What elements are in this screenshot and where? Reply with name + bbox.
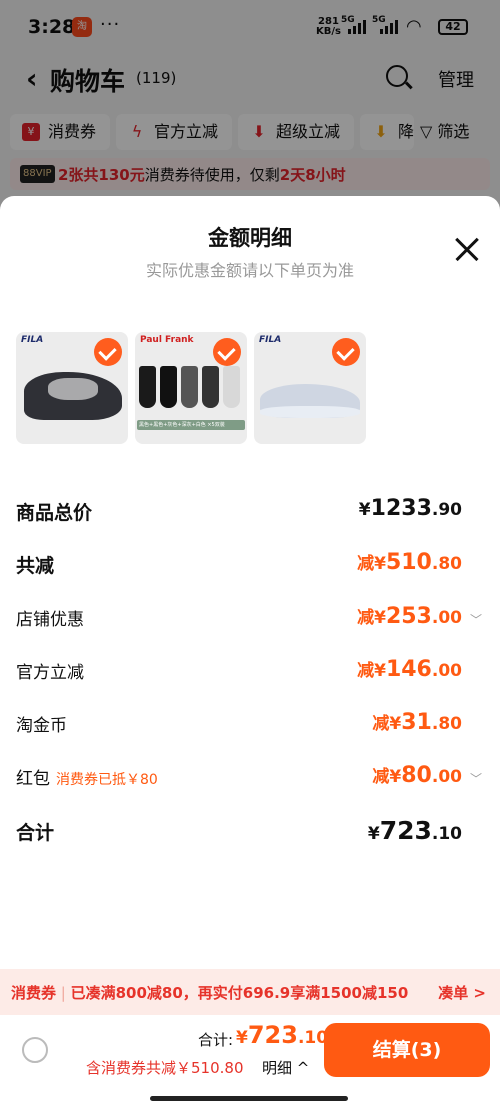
row-value: 减¥31.80: [372, 709, 462, 735]
value-prefix: ¥: [358, 500, 371, 520]
value-int: 1233: [370, 496, 432, 521]
value-int: 146: [385, 657, 432, 682]
row-subtotal: 商品总价 ¥1233.90: [16, 496, 482, 528]
brand-logo: FILA: [259, 335, 282, 345]
row-official-discount: 官方立减 减¥146.00: [16, 656, 482, 688]
row-label: 共减: [16, 555, 55, 577]
row-store-discount[interactable]: 店铺优惠 减¥253.00 ﹀: [16, 603, 482, 635]
row-value: 减¥80.00: [372, 762, 462, 788]
value-dec: .90: [431, 500, 462, 520]
detail-toggle[interactable]: 明细 ^: [262, 1057, 309, 1078]
row-value: 减¥510.80: [357, 549, 462, 575]
row-grand-total: 合计 ¥723.10: [16, 816, 482, 848]
brand-logo: Paul Frank: [140, 335, 194, 345]
value-prefix: ¥: [236, 1028, 248, 1048]
coupon-promo-bar[interactable]: 消费券 | 已凑满800减80，再实付696.9享满1500减150 凑单 >: [0, 969, 500, 1015]
shoe-image: [260, 384, 360, 418]
value-int: 510: [385, 550, 432, 575]
value-int: 723: [247, 1021, 298, 1049]
checkmark-icon: [332, 338, 360, 366]
value-prefix: 减¥: [357, 661, 386, 681]
row-value: 减¥146.00: [357, 656, 462, 682]
select-all-checkbox[interactable]: [22, 1037, 48, 1063]
row-total-discount: 共减 减¥510.80: [16, 549, 482, 581]
checkmark-icon: [94, 338, 122, 366]
promo-tag: 消费券: [11, 984, 57, 1002]
value-int: 80: [401, 763, 432, 788]
product-thumbnails: FILA Paul Frank 黑色+黑色+灰色+深灰+白色 ×5双装 FILA: [16, 332, 376, 444]
product-caption-text: 黑色+黑色+灰色+深灰+白色 ×5双装: [139, 422, 225, 428]
sock-image: [181, 366, 198, 408]
sheet-title: 金额明细: [208, 226, 292, 250]
value-dec: .00: [431, 608, 462, 628]
value-int: 723: [379, 816, 432, 845]
row-label: 商品总价: [16, 502, 93, 524]
row-value: ¥723.10: [368, 816, 462, 845]
value-prefix: ¥: [367, 824, 380, 844]
value-dec: .00: [431, 661, 462, 681]
home-indicator[interactable]: [150, 1096, 348, 1101]
total-amount: ¥723.10: [236, 1021, 328, 1049]
add-items-link[interactable]: 凑单 >: [438, 982, 486, 1003]
checkmark-icon: [213, 338, 241, 366]
row-value: ¥1233.90: [359, 496, 462, 521]
shoe-image: [24, 372, 122, 420]
product-thumb[interactable]: FILA: [254, 332, 366, 444]
chevron-down-icon[interactable]: ﹀: [470, 770, 482, 787]
sock-image: [160, 366, 177, 408]
value-dec: .80: [431, 714, 462, 734]
amount-detail-sheet: 金额明细 实际优惠金额请以下单页为准 FILA Paul Frank 黑色+黑色…: [0, 196, 500, 1111]
sock-image: [223, 366, 240, 408]
row-taojinbi: 淘金币 减¥31.80: [16, 709, 482, 741]
value-prefix: 减¥: [357, 608, 386, 628]
row-value: 减¥253.00: [357, 603, 462, 629]
row-label: 官方立减: [16, 663, 84, 683]
brand-logo: FILA: [21, 335, 44, 345]
value-int: 31: [401, 710, 432, 735]
row-red-packet[interactable]: 红包 消费券已抵￥80 减¥80.00 ﹀: [16, 762, 482, 794]
sock-image: [139, 366, 156, 408]
product-thumb[interactable]: FILA: [16, 332, 128, 444]
row-label: 淘金币: [16, 716, 67, 736]
total-label: 合计:: [197, 1031, 233, 1049]
chevron-down-icon[interactable]: ﹀: [470, 611, 482, 628]
promo-text: 消费券 | 已凑满800减80，再实付696.9享满1500减150: [11, 984, 409, 1002]
row-label-text: 红包: [16, 769, 50, 789]
close-icon[interactable]: [454, 236, 480, 262]
value-prefix: 减¥: [357, 554, 386, 574]
value-prefix: 减¥: [372, 714, 402, 734]
promo-message: 已凑满800减80，再实付696.9享满1500减150: [70, 984, 409, 1002]
product-thumb[interactable]: Paul Frank 黑色+黑色+灰色+深灰+白色 ×5双装: [135, 332, 247, 444]
product-caption: 黑色+黑色+灰色+深灰+白色 ×5双装: [137, 420, 245, 430]
sock-image: [202, 366, 219, 408]
value-prefix: 减¥: [372, 767, 402, 787]
row-label: 店铺优惠: [16, 610, 84, 630]
value-dec: .00: [431, 767, 462, 787]
value-dec: .10: [431, 824, 462, 844]
row-label: 合计: [16, 822, 55, 844]
row-label: 红包 消费券已抵￥80: [16, 764, 158, 789]
value-dec: .80: [431, 554, 462, 574]
checkout-button[interactable]: 结算(3): [324, 1023, 490, 1077]
value-int: 253: [385, 604, 432, 629]
coupon-applied-note: 消费券已抵￥80: [56, 772, 158, 788]
discount-summary: 含消费券共减￥510.80: [86, 1059, 244, 1077]
sheet-subtitle: 实际优惠金额请以下单页为准: [145, 261, 354, 280]
